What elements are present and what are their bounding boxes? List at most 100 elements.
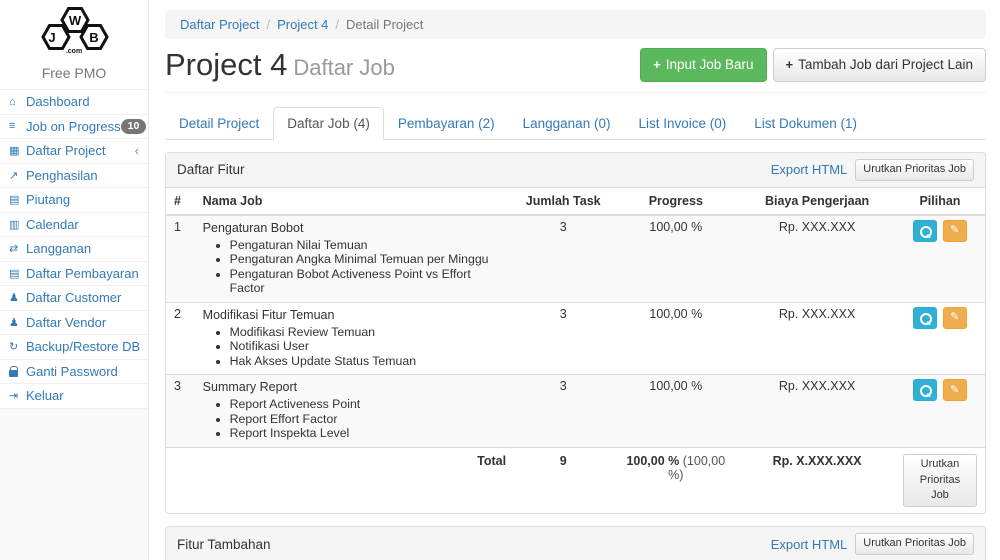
job-count-badge: 10 xyxy=(121,119,147,134)
page-title-text: Project 4 xyxy=(165,47,287,82)
total-progress: 100,00 % (100,00 %) xyxy=(612,447,739,513)
sidebar-item-piutang[interactable]: ▤ Piutang xyxy=(0,187,148,212)
sidebar-item-langganan[interactable]: ⇄ Langganan xyxy=(0,236,148,261)
breadcrumb: Daftar Project / Project 4 / Detail Proj… xyxy=(165,10,986,39)
row-number: 1 xyxy=(166,215,195,302)
jwb-logo-icon: J W B .com xyxy=(22,6,126,56)
export-html-link[interactable]: Export HTML xyxy=(771,162,848,177)
dashboard-icon: ⌂ xyxy=(9,96,26,108)
progress-value: 100,00 % xyxy=(612,215,739,302)
svg-text:J: J xyxy=(48,30,55,45)
job-name: Summary Report xyxy=(203,379,506,396)
sidebar-item-label: Backup/Restore DB xyxy=(26,339,140,354)
subtask-item: Notifikasi User xyxy=(230,339,506,354)
view-job-button[interactable] xyxy=(913,220,937,242)
row-number: 2 xyxy=(166,302,195,374)
tab-list-dokumen[interactable]: List Dokumen (1) xyxy=(740,107,871,140)
sidebar-item-daftar-customer[interactable]: ♟ Daftar Customer xyxy=(0,285,148,310)
sidebar-item-label: Langganan xyxy=(26,241,91,256)
sidebar-item-label: Dashboard xyxy=(26,94,90,109)
daftar-fitur-table: # Nama Job Jumlah Task Progress Biaya Pe… xyxy=(166,188,985,513)
column-header-progress: Progress xyxy=(612,188,739,215)
users-icon: ♟ xyxy=(9,291,26,304)
column-header-jumlah-task: Jumlah Task xyxy=(514,188,612,215)
jumlah-task-value: 3 xyxy=(514,215,612,302)
export-html-link[interactable]: Export HTML xyxy=(771,537,848,552)
svg-text:W: W xyxy=(69,13,82,28)
sidebar-item-penghasilan[interactable]: ↗ Penghasilan xyxy=(0,163,148,188)
tab-langganan[interactable]: Langganan (0) xyxy=(509,107,625,140)
app-logo[interactable]: J W B .com xyxy=(0,0,148,63)
search-icon xyxy=(919,312,931,324)
jumlah-task-value: 3 xyxy=(514,302,612,374)
tambah-job-label: Tambah Job dari Project Lain xyxy=(798,55,973,75)
sidebar-item-calendar[interactable]: ▥ Calendar xyxy=(0,212,148,237)
search-icon xyxy=(919,225,931,237)
sidebar-item-backup-restore-db[interactable]: ↻ Backup/Restore DB xyxy=(0,334,148,359)
tasks-icon: ≡ xyxy=(9,120,26,132)
view-job-button[interactable] xyxy=(913,307,937,329)
edit-job-button[interactable]: ✎ xyxy=(943,220,967,242)
sidebar-item-keluar[interactable]: ⇥ Keluar xyxy=(0,383,148,408)
sidebar-item-label: Daftar Vendor xyxy=(26,315,106,330)
panel-fitur-tambahan: Fitur Tambahan Export HTML Urutkan Prior… xyxy=(165,526,986,560)
line-chart-icon: ↗ xyxy=(9,169,26,182)
sidebar-item-label: Daftar Pembayaran xyxy=(26,266,139,281)
tambah-job-button[interactable]: + Tambah Job dari Project Lain xyxy=(773,48,986,82)
total-label: Total xyxy=(195,447,514,513)
calendar-icon: ▥ xyxy=(9,218,26,231)
panel-title: Daftar Fitur xyxy=(177,162,245,177)
plus-icon: + xyxy=(653,56,661,75)
sidebar-item-label: Keluar xyxy=(26,388,64,403)
subtask-item: Report Effort Factor xyxy=(230,412,506,427)
plus-icon: + xyxy=(786,56,794,75)
sidebar-item-label: Daftar Project xyxy=(26,143,105,158)
biaya-value: Rp. XXX.XXX xyxy=(739,302,895,374)
edit-icon: ✎ xyxy=(950,225,959,236)
table-row: 3 Summary Report Report Activeness Point… xyxy=(166,375,985,447)
edit-icon: ✎ xyxy=(950,312,959,323)
input-job-baru-button[interactable]: + Input Job Baru xyxy=(640,48,766,82)
sidebar-item-daftar-project[interactable]: ▦ Daftar Project ‹ xyxy=(0,138,148,163)
sidebar-item-dashboard[interactable]: ⌂ Dashboard xyxy=(0,89,148,114)
edit-job-button[interactable]: ✎ xyxy=(943,307,967,329)
sidebar-item-ganti-password[interactable]: Ganti Password xyxy=(0,359,148,384)
table-icon: ▦ xyxy=(9,144,26,157)
users-icon: ♟ xyxy=(9,316,26,329)
tab-pembayaran[interactable]: Pembayaran (2) xyxy=(384,107,509,140)
money-icon: ▤ xyxy=(9,267,26,280)
tab-daftar-job[interactable]: Daftar Job (4) xyxy=(273,107,384,140)
sidebar-item-label: Job on Progress xyxy=(26,119,121,134)
tab-detail-project[interactable]: Detail Project xyxy=(165,107,273,140)
app-window: J W B .com Free PMO ⌂ Dashboard ≡ Job on… xyxy=(0,0,1000,560)
refresh-icon: ↻ xyxy=(9,340,26,353)
sidebar-item-job-on-progress[interactable]: ≡ Job on Progress 10 xyxy=(0,114,148,139)
sidebar-nav: ⌂ Dashboard ≡ Job on Progress 10 ▦ Dafta… xyxy=(0,89,148,408)
subtask-item: Pengaturan Nilai Temuan xyxy=(230,238,506,253)
breadcrumb-project-4[interactable]: Project 4 xyxy=(277,17,328,32)
breadcrumb-current: Detail Project xyxy=(346,17,423,32)
edit-job-button[interactable]: ✎ xyxy=(943,379,967,401)
breadcrumb-separator: / xyxy=(266,17,270,32)
sidebar-item-daftar-pembayaran[interactable]: ▤ Daftar Pembayaran xyxy=(0,261,148,286)
page-subtitle: Daftar Job xyxy=(293,55,395,80)
breadcrumb-daftar-project[interactable]: Daftar Project xyxy=(180,17,259,32)
subtask-item: Pengaturan Angka Minimal Temuan per Ming… xyxy=(230,252,506,267)
money-icon: ▤ xyxy=(9,193,26,206)
breadcrumb-separator: / xyxy=(335,17,339,32)
sidebar-item-daftar-vendor[interactable]: ♟ Daftar Vendor xyxy=(0,310,148,335)
urutkan-prioritas-button[interactable]: Urutkan Prioritas Job xyxy=(855,159,974,181)
sidebar-item-label: Piutang xyxy=(26,192,70,207)
urutkan-prioritas-button[interactable]: Urutkan Prioritas Job xyxy=(903,454,977,508)
tab-list-invoice[interactable]: List Invoice (0) xyxy=(624,107,740,140)
jumlah-task-value: 3 xyxy=(514,375,612,447)
subtask-item: Hak Akses Update Status Temuan xyxy=(230,354,506,369)
svg-text:B: B xyxy=(89,30,98,45)
view-job-button[interactable] xyxy=(913,379,937,401)
input-job-baru-label: Input Job Baru xyxy=(666,55,754,75)
sidebar-filler xyxy=(0,408,148,560)
subtask-item: Report Inspekta Level xyxy=(230,426,506,441)
chevron-left-icon: ‹ xyxy=(135,143,139,158)
urutkan-prioritas-button[interactable]: Urutkan Prioritas Job xyxy=(855,533,974,555)
page-title: Project 4Daftar Job xyxy=(165,47,395,83)
